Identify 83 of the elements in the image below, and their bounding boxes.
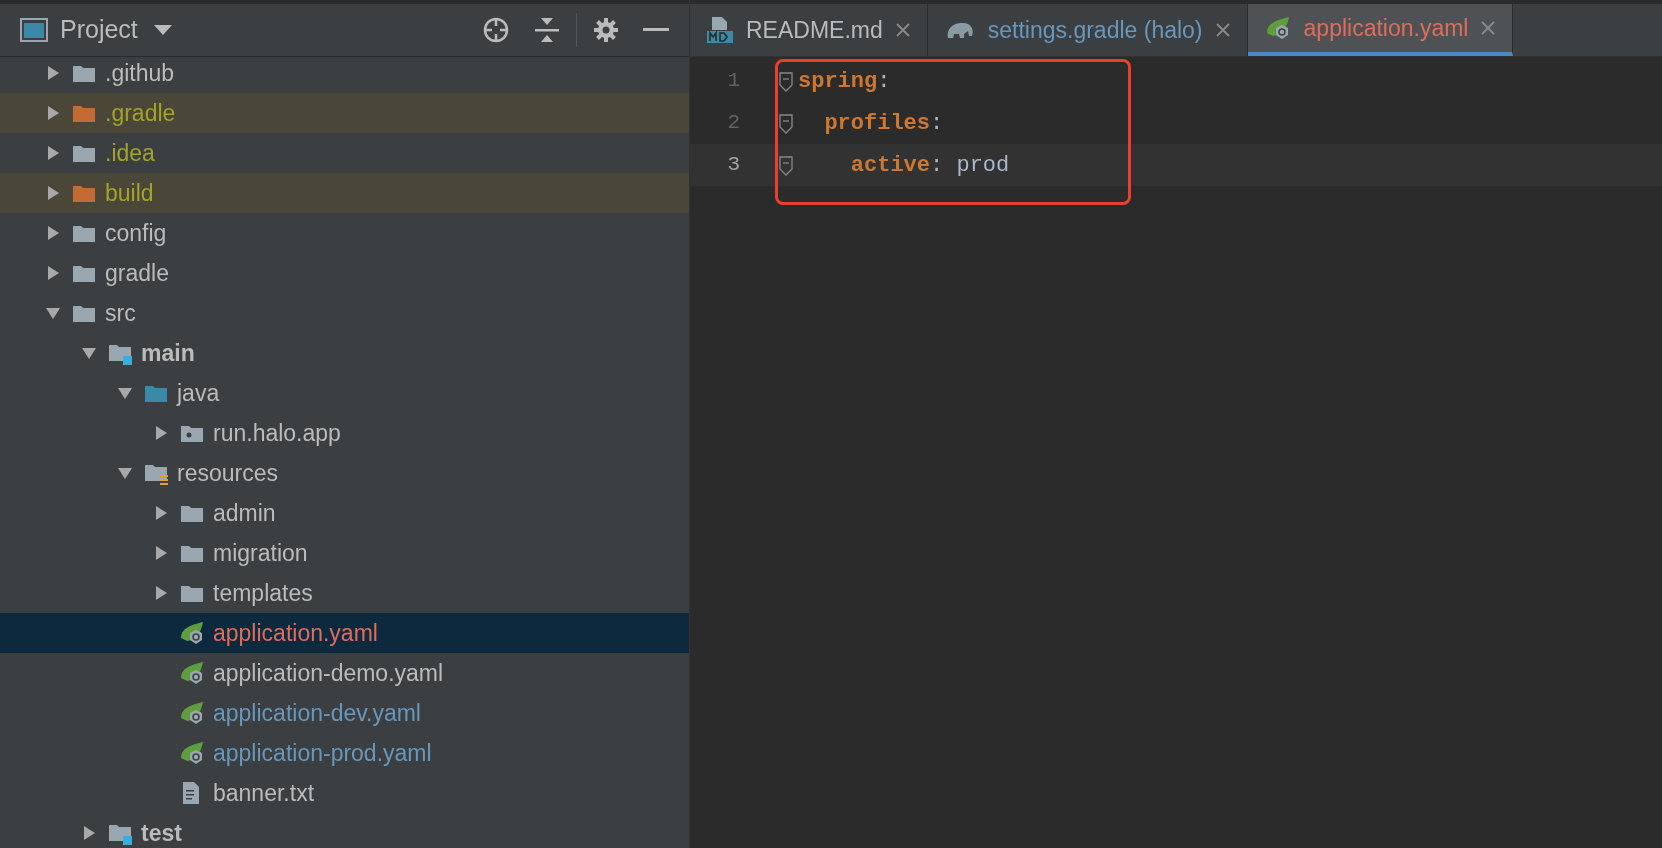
- tab-label: README.md: [746, 15, 883, 45]
- fold-marker-icon[interactable]: [778, 153, 794, 177]
- item-label: application-prod.yaml: [213, 738, 432, 768]
- tree-item[interactable]: src: [0, 293, 689, 333]
- item-label: .gradle: [105, 98, 176, 128]
- tree-item[interactable]: templates: [0, 573, 689, 613]
- collapsed-arrow-icon[interactable]: [153, 505, 169, 521]
- collapsed-arrow-icon[interactable]: [45, 225, 61, 241]
- tree-item[interactable]: .gradle: [0, 93, 689, 133]
- item-label: config: [105, 218, 167, 248]
- fold-marker-icon[interactable]: [778, 111, 794, 135]
- item-label: admin: [213, 498, 276, 528]
- item-label: run.halo.app: [213, 418, 341, 448]
- item-label: .idea: [105, 138, 155, 168]
- tree-item[interactable]: resources: [0, 453, 689, 493]
- tree-item[interactable]: application.yaml: [0, 613, 689, 653]
- item-label: application-demo.yaml: [213, 658, 444, 688]
- item-label: src: [105, 298, 136, 328]
- tab-label: application.yaml: [1303, 13, 1469, 43]
- collapsed-arrow-icon[interactable]: [45, 265, 61, 281]
- collapsed-arrow-icon[interactable]: [153, 545, 169, 561]
- editor-tab[interactable]: settings.gradle (halo): [927, 4, 1248, 56]
- tree-item[interactable]: .idea: [0, 133, 689, 173]
- code-line: profiles:: [823, 109, 944, 138]
- code-line: spring:: [798, 67, 891, 96]
- minimize-icon[interactable]: [643, 28, 669, 32]
- collapsed-arrow-icon[interactable]: [45, 105, 61, 121]
- spring-leaf-icon: [179, 740, 205, 766]
- tree-item[interactable]: application-demo.yaml: [0, 653, 689, 693]
- fold-marker-icon[interactable]: [778, 69, 794, 93]
- expanded-arrow-icon[interactable]: [81, 345, 97, 361]
- collapsed-arrow-icon[interactable]: [81, 825, 97, 841]
- tree-item[interactable]: run.halo.app: [0, 413, 689, 453]
- collapsed-arrow-icon[interactable]: [45, 185, 61, 201]
- tree-item[interactable]: test: [0, 813, 689, 848]
- panel-title[interactable]: Project: [60, 11, 138, 49]
- line-number: 1: [726, 68, 740, 95]
- tree-item[interactable]: .github: [0, 57, 689, 93]
- expanded-arrow-icon[interactable]: [117, 465, 133, 481]
- line-number: 3: [726, 152, 740, 179]
- collapsed-arrow-icon[interactable]: [45, 145, 61, 161]
- collapsed-arrow-icon[interactable]: [153, 585, 169, 601]
- tree-item[interactable]: build: [0, 173, 689, 213]
- target-icon[interactable]: [482, 16, 510, 44]
- close-icon[interactable]: [894, 22, 911, 38]
- line-number: 2: [726, 110, 740, 137]
- item-label: application-dev.yaml: [213, 698, 421, 728]
- tree-item[interactable]: config: [0, 213, 689, 253]
- collapsed-arrow-icon[interactable]: [45, 65, 61, 81]
- tree-item[interactable]: java: [0, 373, 689, 413]
- item-label: gradle: [105, 258, 169, 288]
- item-label: application.yaml: [213, 618, 378, 648]
- expanded-arrow-icon[interactable]: [45, 305, 61, 321]
- tree-item[interactable]: migration: [0, 533, 689, 573]
- tree-item[interactable]: admin: [0, 493, 689, 533]
- item-label: build: [105, 178, 154, 208]
- collapsed-arrow-icon[interactable]: [153, 425, 169, 441]
- spring-leaf-icon: [179, 620, 205, 646]
- editor-tab[interactable]: README.md: [690, 4, 928, 56]
- tree-item[interactable]: application-prod.yaml: [0, 733, 689, 773]
- spring-leaf-icon: [179, 700, 205, 726]
- tree-item[interactable]: banner.txt: [0, 773, 689, 813]
- item-label: migration: [213, 538, 308, 568]
- item-label: test: [141, 818, 182, 848]
- markdown-file-icon: [706, 16, 734, 44]
- spring-leaf-icon: [179, 660, 205, 686]
- item-label: .github: [105, 58, 175, 88]
- tab-label: settings.gradle (halo): [987, 15, 1203, 45]
- collapse-all-icon[interactable]: [534, 17, 560, 43]
- close-icon[interactable]: [1214, 22, 1231, 38]
- item-label: main: [141, 338, 195, 368]
- item-label: java: [177, 378, 220, 408]
- window-icon: [20, 18, 48, 42]
- item-label: banner.txt: [213, 778, 315, 808]
- expanded-arrow-icon[interactable]: [117, 385, 133, 401]
- tree-item[interactable]: application-dev.yaml: [0, 693, 689, 733]
- code-line: active: prod: [849, 151, 1010, 180]
- item-label: templates: [213, 578, 313, 608]
- dropdown-caret-icon[interactable]: [153, 25, 172, 35]
- tree-item[interactable]: main: [0, 333, 689, 373]
- settings-icon[interactable]: [593, 17, 619, 43]
- tree-item[interactable]: gradle: [0, 253, 689, 293]
- item-label: resources: [177, 458, 278, 488]
